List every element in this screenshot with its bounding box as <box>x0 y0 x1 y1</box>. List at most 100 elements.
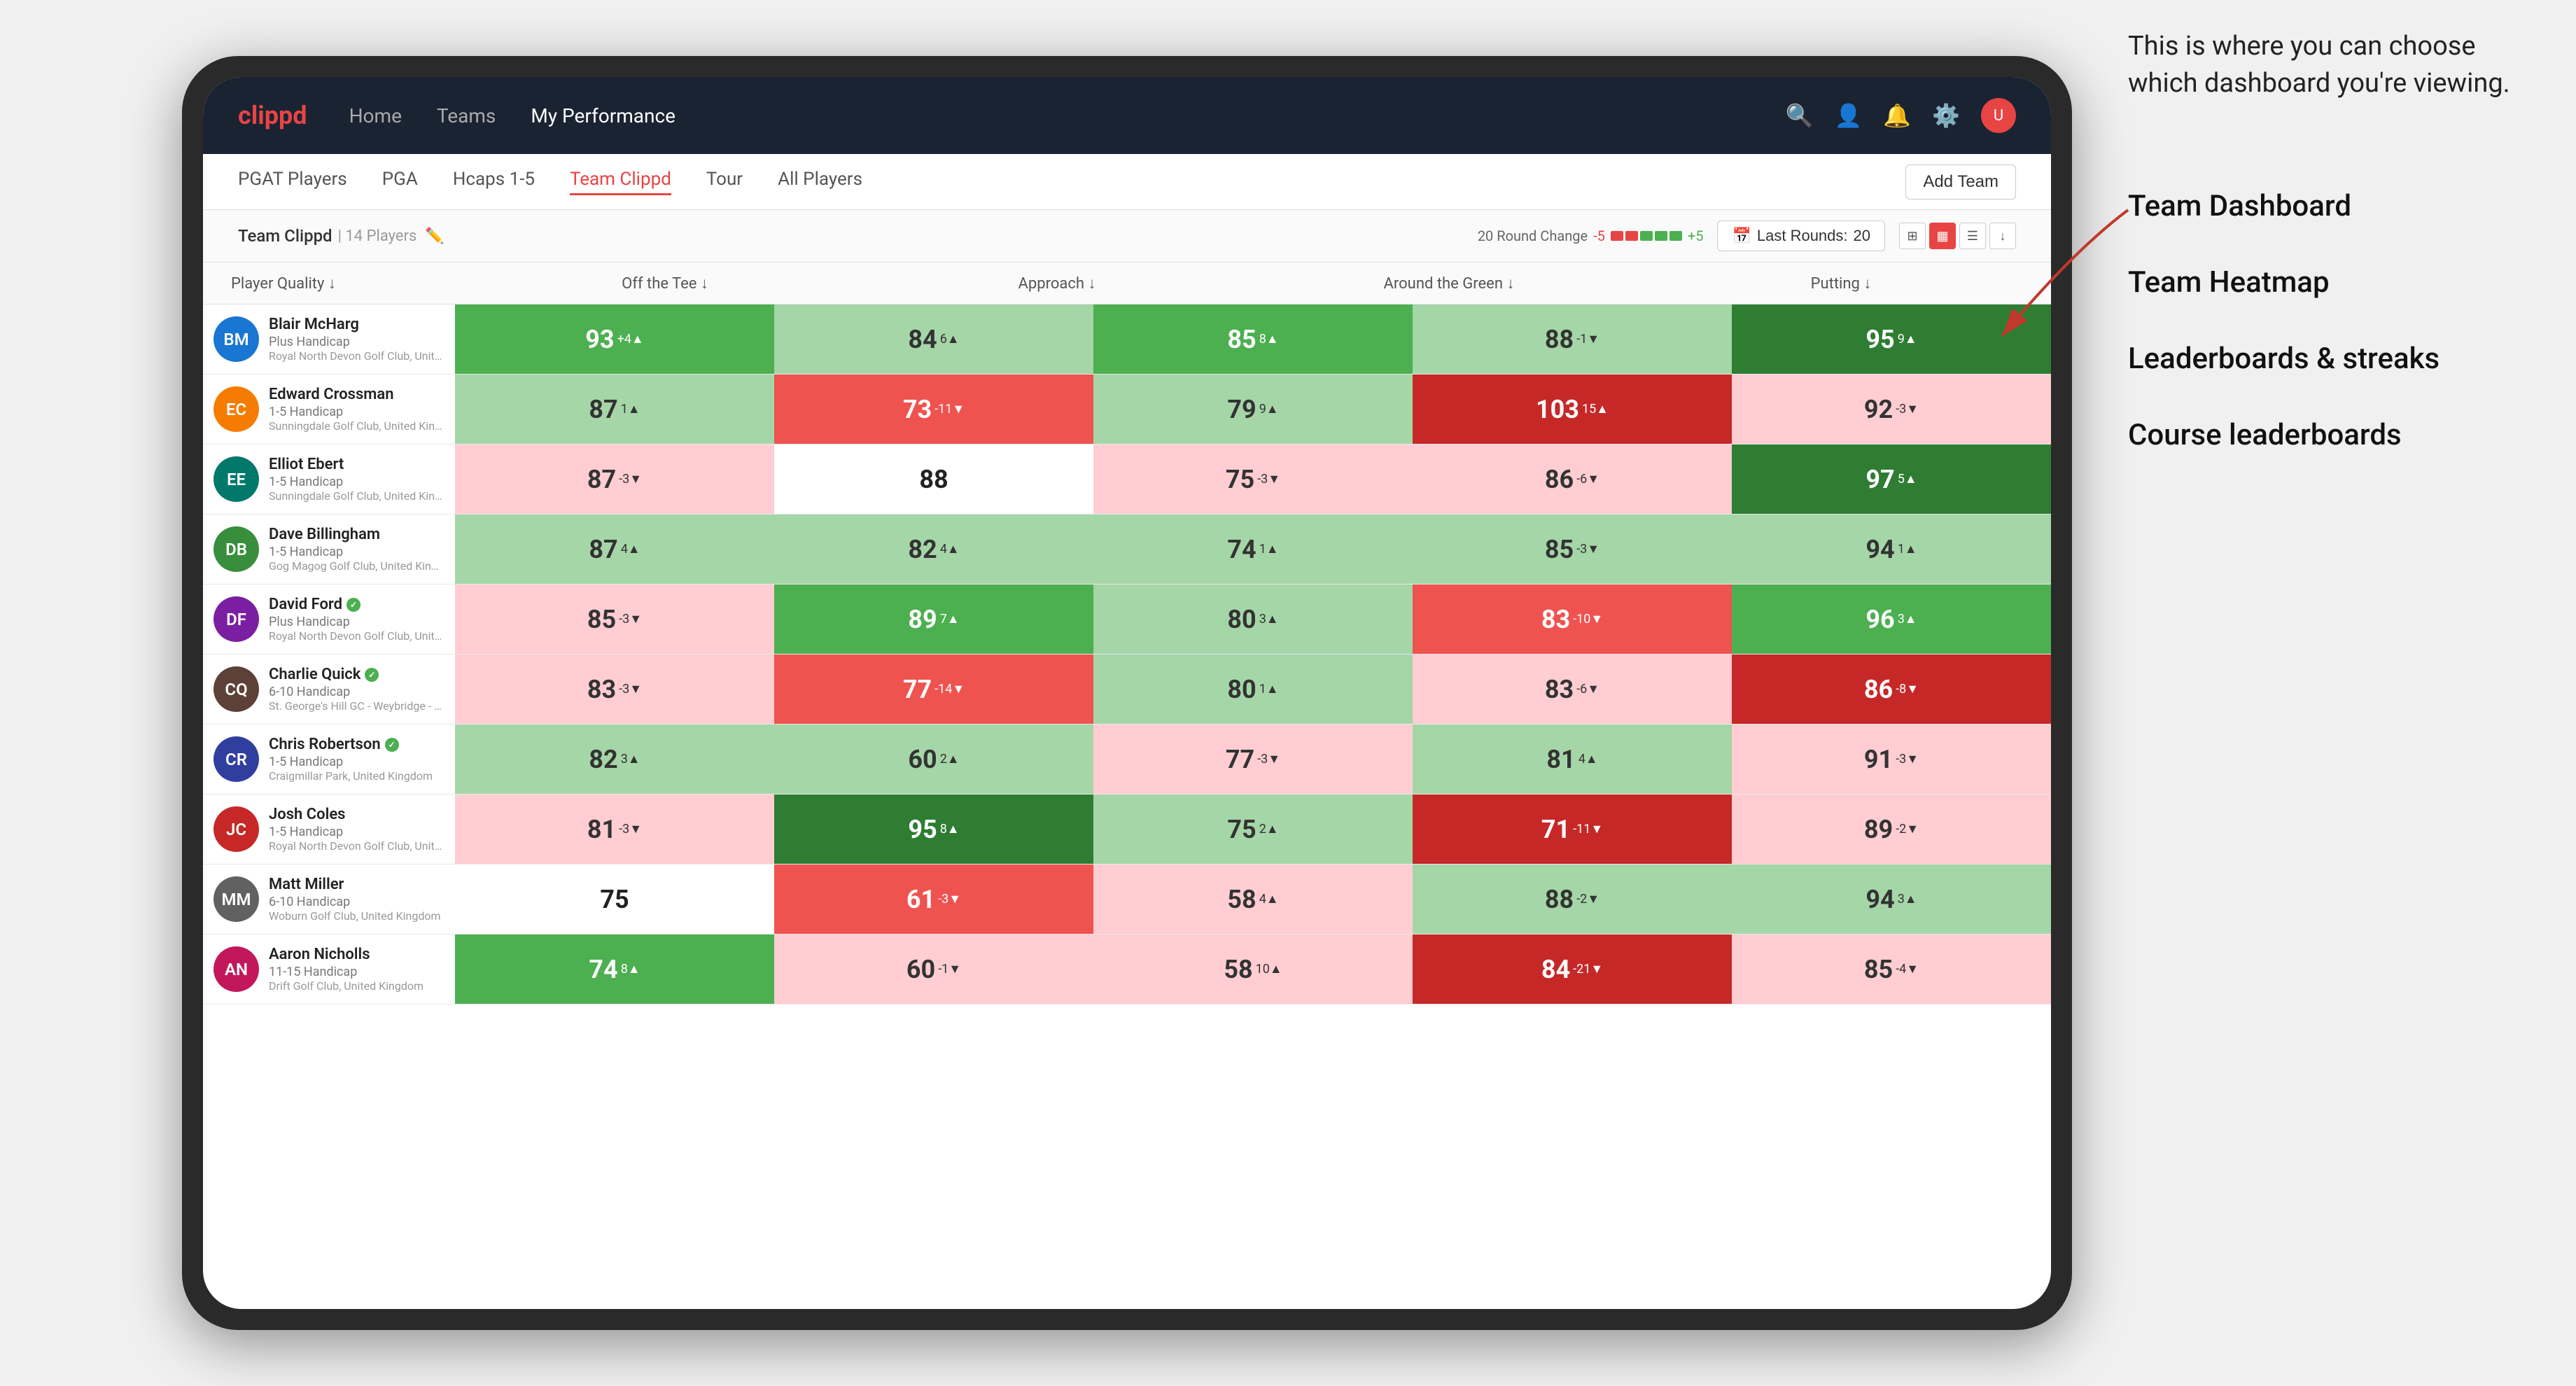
player-details: Charlie Quick✓6-10 HandicapSt. George's … <box>269 666 444 713</box>
player-avatar: EC <box>214 386 259 432</box>
profile-icon[interactable]: 👤 <box>1834 102 1862 129</box>
metric-value: 75 <box>1226 465 1254 494</box>
metric-value: 71 <box>1541 815 1570 844</box>
subnav-team-clippd[interactable]: Team Clippd <box>570 169 671 195</box>
metric-change: -11▼ <box>1573 822 1603 836</box>
player-avatar: JC <box>214 806 259 852</box>
metric-change: 1▲ <box>1259 682 1279 696</box>
verified-icon: ✓ <box>346 598 360 612</box>
option-course-leaderboards[interactable]: Course leaderboards <box>2128 415 2534 456</box>
metric-cell: 74 1▲ <box>1093 514 1413 584</box>
metric-value: 80 <box>1227 605 1256 634</box>
user-avatar[interactable]: U <box>1981 98 2016 133</box>
add-team-button[interactable]: Add Team <box>1905 164 2016 200</box>
table-row[interactable]: EEElliot Ebert1-5 HandicapSunningdale Go… <box>203 444 2051 514</box>
player-handicap: 6-10 Handicap <box>269 895 444 909</box>
settings-icon[interactable]: ⚙️ <box>1932 102 1960 129</box>
metric-value: 73 <box>903 395 932 424</box>
metric-value: 80 <box>1227 675 1256 704</box>
ipad-frame: clippd Home Teams My Performance 🔍 👤 🔔 ⚙… <box>182 56 2072 1330</box>
subnav-pgat[interactable]: PGAT Players <box>238 169 347 195</box>
metric-value: 84 <box>908 325 937 354</box>
metric-cell: 87 -3▼ <box>455 444 774 514</box>
metric-change: 15▲ <box>1582 402 1609 416</box>
player-avatar: CR <box>214 736 259 782</box>
metric-value: 87 <box>589 535 617 564</box>
last-rounds-button[interactable]: 📅 Last Rounds: 20 <box>1717 220 1885 251</box>
player-info: CQCharlie Quick✓6-10 HandicapSt. George'… <box>203 654 455 724</box>
table-row[interactable]: DBDave Billingham1-5 HandicapGog Magog G… <box>203 514 2051 584</box>
metric-cell: 103 15▲ <box>1413 374 1732 444</box>
nav-my-performance[interactable]: My Performance <box>531 104 676 127</box>
player-avatar: CQ <box>214 666 259 712</box>
metric-change: -21▼ <box>1573 962 1603 976</box>
table-row[interactable]: CQCharlie Quick✓6-10 HandicapSt. George'… <box>203 654 2051 724</box>
heatmap-table: Player Quality ↓ Off the Tee ↓ Approach … <box>203 262 2051 1004</box>
metric-value: 96 <box>1865 605 1894 634</box>
table-row[interactable]: MMMatt Miller6-10 HandicapWoburn Golf Cl… <box>203 864 2051 934</box>
team-header: Team Clippd | 14 Players ✏️ 20 Round Cha… <box>203 210 2051 262</box>
table-row[interactable]: DFDavid Ford✓Plus HandicapRoyal North De… <box>203 584 2051 654</box>
metric-cell: 88 -2▼ <box>1413 864 1732 934</box>
subnav-hcaps[interactable]: Hcaps 1-5 <box>453 169 535 195</box>
player-club: Craigmillar Park, United Kingdom <box>269 769 444 783</box>
bar-red <box>1611 231 1623 241</box>
metric-change: 8▲ <box>940 822 960 836</box>
table-row[interactable]: ECEdward Crossman1-5 HandicapSunningdale… <box>203 374 2051 444</box>
col-approach: Approach ↓ <box>861 274 1253 293</box>
edit-icon[interactable]: ✏️ <box>425 227 444 245</box>
player-name: David Ford✓ <box>269 596 444 613</box>
table-row[interactable]: JCJosh Coles1-5 HandicapRoyal North Devo… <box>203 794 2051 864</box>
annotation-area: This is where you can choose which dashb… <box>2128 28 2534 491</box>
metric-value: 75 <box>1227 815 1256 844</box>
player-info: DFDavid Ford✓Plus HandicapRoyal North De… <box>203 584 455 654</box>
table-header: Player Quality ↓ Off the Tee ↓ Approach … <box>203 262 2051 304</box>
player-handicap: Plus Handicap <box>269 335 444 349</box>
player-name: Chris Robertson✓ <box>269 736 444 753</box>
metric-change: 8▲ <box>621 962 640 976</box>
player-details: Aaron Nicholls11-15 HandicapDrift Golf C… <box>269 946 444 993</box>
col-around-green: Around the Green ↓ <box>1253 274 1645 293</box>
metric-change: 9▲ <box>1259 402 1279 416</box>
player-club: Woburn Golf Club, United Kingdom <box>269 909 444 923</box>
nav-home[interactable]: Home <box>349 104 402 127</box>
metric-change: 4▲ <box>1259 892 1279 906</box>
player-avatar: AN <box>214 946 259 992</box>
player-info: EEElliot Ebert1-5 HandicapSunningdale Go… <box>203 444 455 514</box>
search-icon[interactable]: 🔍 <box>1786 102 1814 129</box>
nav-teams[interactable]: Teams <box>437 104 496 127</box>
metric-value: 88 <box>1545 325 1574 354</box>
metric-cell: 83 -6▼ <box>1413 654 1732 724</box>
metric-value: 60 <box>906 955 935 984</box>
subnav-all-players[interactable]: All Players <box>778 169 862 195</box>
subnav-tour[interactable]: Tour <box>706 169 743 195</box>
metric-cell: 85 -4▼ <box>1732 934 2051 1004</box>
metric-change: 3▲ <box>621 752 640 766</box>
metric-value: 77 <box>903 675 932 704</box>
grid-view-button[interactable]: ⊞ <box>1899 223 1926 249</box>
metric-cell: 71 -11▼ <box>1413 794 1732 864</box>
metric-change: -3▼ <box>619 682 642 696</box>
table-row[interactable]: ANAaron Nicholls11-15 HandicapDrift Golf… <box>203 934 2051 1004</box>
player-name: Elliot Ebert <box>269 456 444 473</box>
bell-icon[interactable]: 🔔 <box>1883 102 1911 129</box>
table-row[interactable]: BMBlair McHargPlus HandicapRoyal North D… <box>203 304 2051 374</box>
subnav-pga[interactable]: PGA <box>382 169 418 195</box>
player-avatar: EE <box>214 456 259 502</box>
metric-change: -3▼ <box>938 892 961 906</box>
player-info: DBDave Billingham1-5 HandicapGog Magog G… <box>203 514 455 584</box>
metric-cell: 58 10▲ <box>1093 934 1413 1004</box>
metric-value: 86 <box>1545 465 1574 494</box>
option-team-dashboard[interactable]: Team Dashboard <box>2128 186 2534 227</box>
option-leaderboards[interactable]: Leaderboards & streaks <box>2128 339 2534 380</box>
metric-cell: 77 -3▼ <box>1093 724 1413 794</box>
player-name: Edward Crossman <box>269 386 444 403</box>
metric-cell: 73 -11▼ <box>774 374 1093 444</box>
metric-cell: 84 6▲ <box>774 304 1093 374</box>
metric-value: 74 <box>1227 535 1256 564</box>
dashboard-options: Team Dashboard Team Heatmap Leaderboards… <box>2128 186 2534 456</box>
table-row[interactable]: CRChris Robertson✓1-5 HandicapCraigmilla… <box>203 724 2051 794</box>
option-team-heatmap[interactable]: Team Heatmap <box>2128 262 2534 304</box>
metric-value: 83 <box>1545 675 1574 704</box>
player-info: BMBlair McHargPlus HandicapRoyal North D… <box>203 304 455 374</box>
